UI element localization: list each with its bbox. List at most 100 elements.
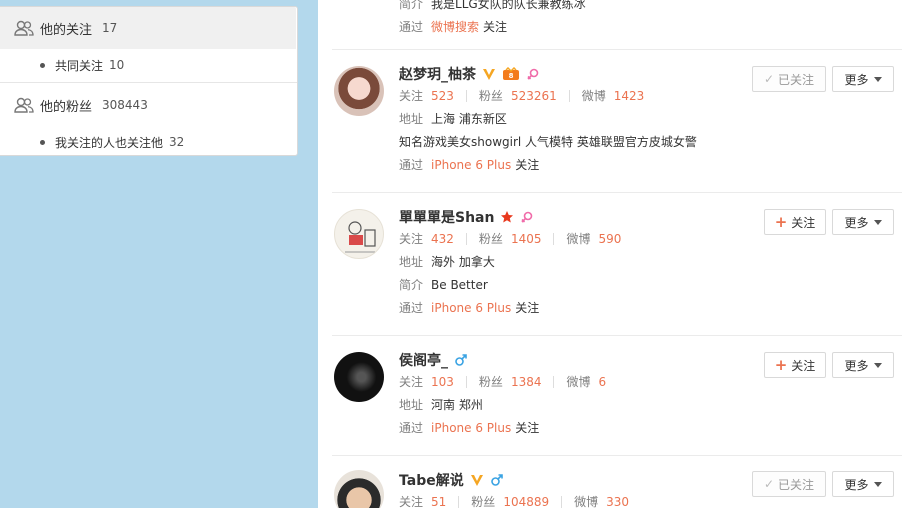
follow-label: 关注 [399, 89, 424, 103]
more-button[interactable]: 更多 [832, 66, 894, 92]
more-label: 更多 [844, 358, 869, 373]
via-suffix: 关注 [515, 301, 540, 315]
fans-count-link[interactable]: 1384 [511, 375, 542, 389]
weibo-label: 微博 [566, 232, 591, 246]
divider [561, 495, 563, 508]
sidebar-item-fans[interactable]: 他的粉丝 308443 [0, 84, 297, 126]
via-source-link[interactable]: 微博搜索 [431, 18, 479, 35]
followed-label: 已关注 [778, 72, 815, 87]
weibo-count-link[interactable]: 6 [599, 375, 607, 389]
bullet-icon [40, 62, 45, 68]
avatar[interactable] [334, 352, 384, 402]
fans-count-link[interactable]: 523261 [511, 89, 557, 103]
more-label: 更多 [844, 215, 869, 230]
divider [465, 375, 467, 388]
address-label: 地址 [399, 255, 424, 269]
list-item: 赵梦玥_柚茶 8 关注 523 粉丝 523261 微博 1423 地址 上海 浦东新… [332, 50, 902, 193]
via-line: 通过 微博搜索 关注 [399, 15, 739, 38]
fans-label: 粉丝 [478, 232, 503, 246]
stats-line: 关注 103 粉丝 1384 微博 6 [399, 370, 739, 393]
intro-line: 简介 我是LLG女队的队长兼教练冰 [399, 0, 739, 15]
action-buttons: ✓ 已关注 更多 [752, 66, 894, 92]
bio-line: 知名游戏美女showgirl 人气模特 英雄联盟官方皮城女警 [399, 130, 739, 153]
weibo-label: 微博 [574, 495, 599, 508]
caret-down-icon [873, 481, 882, 487]
user-name-link[interactable]: 赵梦玥_柚茶 [399, 64, 476, 84]
intro-label: 简介 [399, 0, 424, 11]
divider [553, 232, 555, 245]
via-suffix: 关注 [515, 421, 540, 435]
via-label: 通过 [399, 20, 424, 34]
follow-label: 关注 [399, 375, 424, 389]
fans-label: 粉丝 [478, 375, 503, 389]
avatar[interactable] [334, 209, 384, 259]
svg-text:8: 8 [509, 72, 514, 80]
sidebar-count: 17 [102, 21, 118, 35]
stats-line: 关注 523 粉丝 523261 微博 1423 [399, 84, 739, 107]
user-name-link[interactable]: Tabe解说 [399, 470, 464, 490]
intro-text: 我是LLG女队的队长兼教练冰 [431, 0, 586, 11]
intro-text: Be Better [431, 277, 488, 292]
avatar[interactable] [334, 470, 384, 508]
member-crown-icon: 8 [502, 67, 520, 81]
address-label: 地址 [399, 398, 424, 412]
male-icon [454, 353, 468, 367]
via-source-link[interactable]: iPhone 6 Plus [431, 158, 511, 172]
follow-label: 关注 [791, 215, 816, 230]
more-button[interactable]: 更多 [832, 471, 894, 497]
fans-label: 粉丝 [471, 495, 496, 508]
weibo-count-link[interactable]: 1423 [614, 89, 645, 103]
sidebar-item-following[interactable]: 他的关注 17 [0, 7, 296, 49]
caret-down-icon [873, 362, 882, 368]
follow-button[interactable]: + 关注 [764, 209, 826, 235]
sidebar-subitem-common-following[interactable]: 共同关注 10 [0, 49, 297, 81]
weibo-count-link[interactable]: 590 [599, 232, 622, 246]
via-line: 通过 iPhone 6 Plus 关注 [399, 416, 739, 439]
sidebar-label: 共同关注 [55, 58, 104, 73]
weibo-count-link[interactable]: 330 [606, 495, 629, 508]
sidebar-count: 308443 [102, 98, 148, 112]
people-icon [14, 20, 34, 36]
user-name-row: 單單單是Shan [399, 207, 739, 227]
user-name-link[interactable]: 單單單是Shan [399, 207, 494, 227]
follow-count-link[interactable]: 523 [431, 89, 454, 103]
weibo-label: 微博 [566, 375, 591, 389]
list-item-partial: 简介 我是LLG女队的队长兼教练冰 通过 微博搜索 关注 [332, 0, 902, 50]
via-suffix: 关注 [515, 158, 540, 172]
user-name-link[interactable]: 侯阁亭_ [399, 350, 448, 370]
sidebar-label: 他的粉丝 [40, 99, 93, 115]
followed-button[interactable]: ✓ 已关注 [752, 66, 826, 92]
follow-count-link[interactable]: 51 [431, 495, 446, 508]
female-icon [520, 210, 534, 224]
address-text: 海外 加拿大 [431, 255, 495, 269]
user-name-row: 侯阁亭_ [399, 350, 739, 370]
fans-count-link[interactable]: 104889 [503, 495, 549, 508]
list-item: 侯阁亭_ 关注 103 粉丝 1384 微博 6 地址 河南 郑州 通过 iPhone… [332, 336, 902, 456]
address-line: 地址 海外 加拿大 [399, 250, 739, 273]
more-button[interactable]: 更多 [832, 352, 894, 378]
verified-v-icon [470, 473, 484, 487]
followed-button[interactable]: ✓ 已关注 [752, 471, 826, 497]
action-buttons: ✓ 已关注 更多 [752, 471, 894, 497]
list-item: 單單單是Shan 关注 432 粉丝 1405 微博 590 地址 海外 加拿大 简介… [332, 193, 902, 336]
via-source-link[interactable]: iPhone 6 Plus [431, 301, 511, 315]
user-name-row: Tabe解说 [399, 470, 739, 490]
follow-count-link[interactable]: 103 [431, 375, 454, 389]
sidebar-subitem-fans-i-follow[interactable]: 我关注的人也关注他 32 [0, 126, 297, 158]
user-name-row: 赵梦玥_柚茶 8 [399, 64, 739, 84]
caret-down-icon [873, 219, 882, 225]
sidebar-count: 32 [169, 135, 185, 149]
follow-button[interactable]: + 关注 [764, 352, 826, 378]
more-label: 更多 [844, 72, 869, 87]
divider [0, 82, 297, 83]
follow-count-link[interactable]: 432 [431, 232, 454, 246]
more-button[interactable]: 更多 [832, 209, 894, 235]
via-label: 通过 [399, 158, 424, 172]
fans-count-link[interactable]: 1405 [511, 232, 542, 246]
relation-sidebar: 他的关注 17 共同关注 10 他的粉丝 308443 我关注的人也关注他 32 [0, 6, 298, 156]
follow-label: 关注 [791, 358, 816, 373]
via-source-link[interactable]: iPhone 6 Plus [431, 421, 511, 435]
divider [465, 232, 467, 245]
more-label: 更多 [844, 477, 869, 492]
avatar[interactable] [334, 66, 384, 116]
